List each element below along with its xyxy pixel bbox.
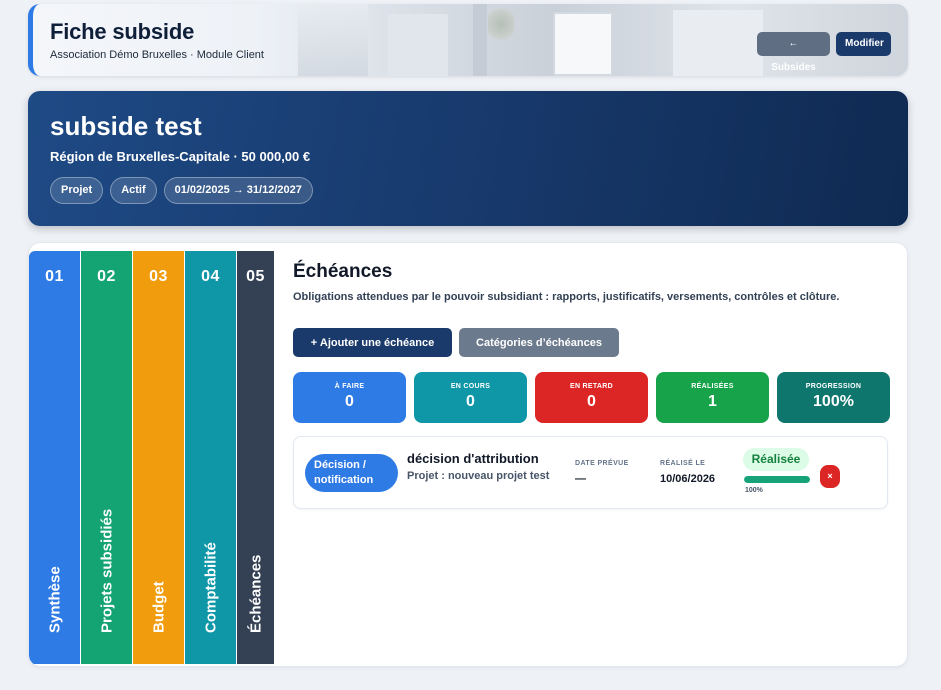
stat-value: 0 bbox=[587, 393, 596, 410]
status-badge: Réalisée bbox=[743, 448, 809, 471]
tab-number: 04 bbox=[201, 268, 220, 285]
stat-label: EN COURS bbox=[450, 383, 491, 390]
type-chip: Projet bbox=[50, 177, 104, 204]
tab-number: 01 bbox=[45, 268, 64, 285]
page-subtitle: Association Démo Bruxelles · Module Clie… bbox=[50, 49, 264, 61]
completed-date-value: 10/06/2026 bbox=[660, 473, 716, 485]
header-background-image bbox=[473, 4, 487, 76]
tab-label: Comptabilité bbox=[202, 542, 219, 633]
tab-label: Échéances bbox=[247, 554, 264, 633]
completed-date: RÉALISÉ LE 10/06/2026 bbox=[660, 460, 715, 485]
stat-in-progress: EN COURS 0 bbox=[414, 372, 527, 423]
tab-synthese[interactable]: 01 Synthèse bbox=[29, 251, 80, 664]
section-title: Échéances bbox=[293, 261, 393, 282]
progress-percent: 100% bbox=[745, 487, 763, 494]
deadline-type-badge: Décision / notification bbox=[305, 454, 398, 492]
expected-date-value: — bbox=[575, 473, 586, 485]
stat-label: EN RETARD bbox=[569, 383, 613, 390]
stat-done: RÉALISÉES 1 bbox=[656, 372, 769, 423]
tab-projets-subsidies[interactable]: 02 Projets subsidiés bbox=[81, 251, 132, 664]
stat-value: 100% bbox=[813, 393, 854, 410]
stat-value: 0 bbox=[466, 393, 475, 410]
stat-label: À FAIRE bbox=[334, 383, 365, 390]
section-description: Obligations attendues par le pouvoir sub… bbox=[293, 291, 840, 303]
edit-button[interactable]: Modifier bbox=[836, 32, 891, 56]
expected-date-label: DATE PRÉVUE bbox=[575, 460, 629, 467]
tab-number: 05 bbox=[246, 268, 265, 285]
tab-label: Synthèse bbox=[46, 566, 63, 633]
tab-echeances[interactable]: 05 Échéances bbox=[237, 251, 274, 664]
deadline-project: Projet : nouveau projet test bbox=[407, 470, 550, 482]
deadline-item[interactable]: Décision / notification décision d'attri… bbox=[293, 436, 888, 509]
deadline-title: décision d'attribution bbox=[407, 451, 539, 466]
tab-label: Projets subsidiés bbox=[98, 508, 115, 633]
subside-funder-amount: Région de Bruxelles-Capitale · 50 000,00… bbox=[50, 149, 311, 164]
subside-chips: Projet Actif 01/02/2025 → 31/12/2027 bbox=[50, 177, 313, 204]
expected-date: DATE PRÉVUE — bbox=[575, 460, 629, 485]
header-background-image bbox=[553, 12, 613, 76]
subside-title: subside test bbox=[50, 111, 202, 141]
stat-value: 0 bbox=[345, 393, 354, 410]
back-to-subsides-button[interactable]: ← Subsides bbox=[757, 32, 830, 73]
header-background-image bbox=[298, 4, 368, 76]
stat-value: 1 bbox=[708, 393, 717, 410]
tab-number: 03 bbox=[149, 268, 168, 285]
main-panel: 01 Synthèse 02 Projets subsidiés 03 Budg… bbox=[28, 242, 908, 667]
period-chip: 01/02/2025 → 31/12/2027 bbox=[163, 177, 313, 204]
stat-label: PROGRESSION bbox=[805, 383, 862, 390]
delete-icon[interactable]: × bbox=[820, 465, 840, 488]
stat-late: EN RETARD 0 bbox=[535, 372, 648, 423]
header-background-image bbox=[673, 10, 763, 76]
tab-budget[interactable]: 03 Budget bbox=[133, 251, 184, 664]
tab-number: 02 bbox=[97, 268, 116, 285]
page-title: Fiche subside bbox=[50, 19, 195, 44]
subside-summary-card: subside test Région de Bruxelles-Capital… bbox=[28, 91, 908, 226]
deadline-stats: À FAIRE 0 EN COURS 0 EN RETARD 0 RÉALISÉ… bbox=[293, 372, 890, 423]
header-background-image bbox=[388, 14, 448, 76]
progress-bar bbox=[744, 476, 810, 483]
progress-bar-fill bbox=[744, 476, 810, 483]
page-header: Fiche subside Association Démo Bruxelles… bbox=[28, 4, 908, 76]
stat-todo: À FAIRE 0 bbox=[293, 372, 406, 423]
stat-label: RÉALISÉES bbox=[691, 383, 734, 390]
tab-comptabilite[interactable]: 04 Comptabilité bbox=[185, 251, 236, 664]
status-chip: Actif bbox=[110, 177, 157, 204]
stat-progress: PROGRESSION 100% bbox=[777, 372, 890, 423]
deadline-categories-button[interactable]: Catégories d’échéances bbox=[459, 328, 619, 357]
add-deadline-button[interactable]: + Ajouter une échéance bbox=[293, 328, 452, 357]
header-background-image bbox=[488, 4, 514, 44]
completed-date-label: RÉALISÉ LE bbox=[660, 460, 706, 467]
tab-label: Budget bbox=[150, 581, 167, 633]
